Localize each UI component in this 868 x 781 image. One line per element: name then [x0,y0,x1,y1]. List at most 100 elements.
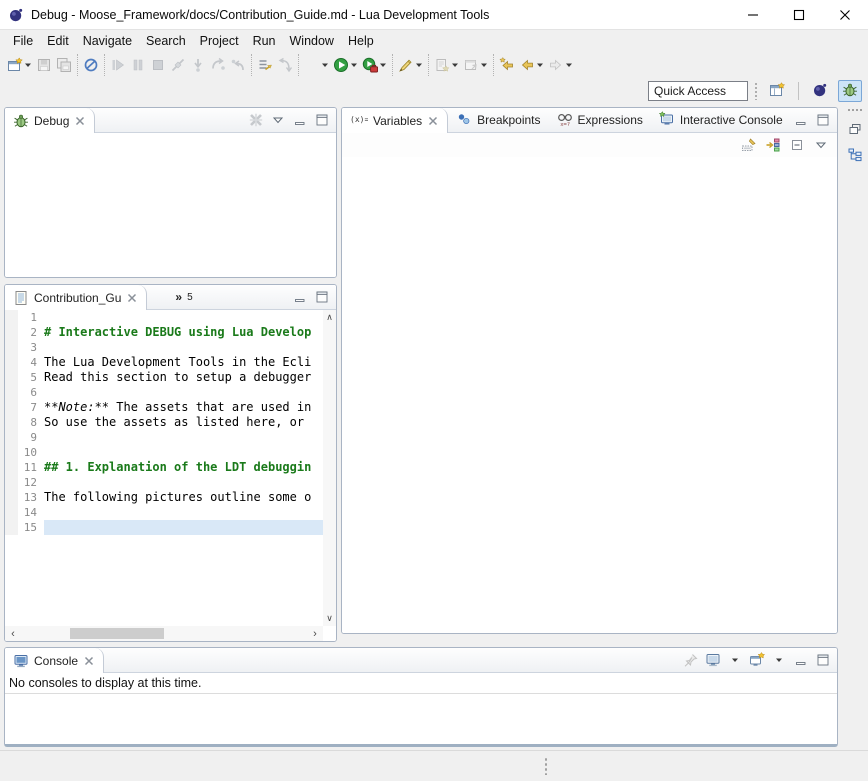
code-line-15[interactable]: 15 [5,520,323,535]
annotation-ruler[interactable] [5,445,18,460]
tab-expressions[interactable]: x=?Expressions [549,108,651,132]
code-line-13[interactable]: 13The following pictures outline some o [5,490,323,505]
close-icon[interactable] [74,115,86,127]
collapse-all-icon[interactable] [789,137,805,153]
display-selected-console-icon[interactable] [705,652,721,668]
close-icon[interactable] [427,115,439,127]
skip-all-breakpoints-button[interactable] [81,54,101,76]
run-button[interactable] [331,54,360,76]
scroll-track[interactable] [21,628,307,639]
quick-access-input[interactable] [648,81,748,101]
new-button[interactable] [5,54,34,76]
close-icon[interactable] [126,292,138,304]
maximize-window-button[interactable] [776,0,822,29]
code-line-3[interactable]: 3 [5,340,323,355]
menu-search[interactable]: Search [139,32,193,50]
external-tools-button[interactable] [360,54,389,76]
code-line-10[interactable]: 10 [5,445,323,460]
menu-edit[interactable]: Edit [40,32,76,50]
statusbar-drag-handle[interactable] [544,757,548,775]
annotation-ruler[interactable] [5,475,18,490]
dropdown-icon[interactable] [564,57,573,73]
annotation-ruler[interactable] [5,310,18,325]
code-line-2[interactable]: 2# Interactive DEBUG using Lua Develop [5,325,323,340]
view-menu-icon[interactable] [270,112,286,128]
code-line-8[interactable]: 8So use the assets as listed here, or [5,415,323,430]
maximize-view-icon[interactable] [815,112,831,128]
dropdown-icon[interactable] [414,57,423,73]
code-line-9[interactable]: 9 [5,430,323,445]
open-perspective-button[interactable] [765,80,789,102]
tab-console[interactable]: Console [5,648,104,673]
dropdown-icon[interactable] [450,57,459,73]
annotation-ruler[interactable] [5,355,18,370]
code-line-6[interactable]: 6 [5,385,323,400]
code-line-5[interactable]: 5Read this section to setup a debugger [5,370,323,385]
tab-interactive-console[interactable]: Interactive Console [651,108,791,132]
menu-window[interactable]: Window [283,32,341,50]
annotation-ruler[interactable] [5,460,18,475]
editor-vertical-scrollbar[interactable]: ∧ ∨ [323,310,336,626]
annotation-ruler[interactable] [5,385,18,400]
dropdown-icon[interactable] [23,57,32,73]
open-console-icon[interactable] [749,652,765,668]
code-line-14[interactable]: 14 [5,505,323,520]
code-line-4[interactable]: 4The Lua Development Tools in the Ecli [5,355,323,370]
scroll-right-icon[interactable]: › [307,628,323,640]
annotation-ruler[interactable] [5,520,18,535]
menu-help[interactable]: Help [341,32,381,50]
dropdown-icon[interactable] [771,652,787,668]
use-step-filters-button[interactable] [255,54,275,76]
tab-variables[interactable]: (x)=Variables [342,108,448,133]
minimize-view-icon[interactable] [793,112,809,128]
outline-view-icon[interactable] [846,146,864,164]
code-line-12[interactable]: 12 [5,475,323,490]
show-type-names-icon[interactable] [741,137,757,153]
minimize-view-icon[interactable] [292,289,308,305]
restore-view-icon[interactable] [846,120,864,138]
editor-tab-overflow[interactable]: »5 [147,285,200,309]
maximize-view-icon[interactable] [314,112,330,128]
tab-breakpoints[interactable]: Breakpoints [448,108,548,132]
dropdown-icon[interactable] [378,57,387,73]
annotation-ruler[interactable] [5,400,18,415]
menu-run[interactable]: Run [246,32,283,50]
menu-file[interactable]: File [6,32,40,50]
annotation-ruler[interactable] [5,490,18,505]
minimize-view-icon[interactable] [292,112,308,128]
highlighter-button[interactable] [396,54,425,76]
debug-button[interactable] [302,54,331,76]
editor-horizontal-scrollbar[interactable]: ‹ › [5,626,323,641]
ldt-perspective-button[interactable] [808,80,832,102]
view-menu-icon[interactable] [813,137,829,153]
scroll-down-icon[interactable]: ∨ [322,613,338,624]
dropdown-icon[interactable] [535,57,544,73]
maximize-view-icon[interactable] [815,652,831,668]
menu-navigate[interactable]: Navigate [76,32,139,50]
last-edit-location-button[interactable] [497,54,517,76]
dropdown-icon[interactable] [479,57,488,73]
annotation-ruler[interactable] [5,415,18,430]
scroll-left-icon[interactable]: ‹ [5,628,21,640]
annotation-ruler[interactable] [5,325,18,340]
show-logical-structure-icon[interactable] [765,137,781,153]
debug-perspective-button[interactable] [838,80,862,102]
code-line-7[interactable]: 7**Note:** The assets that are used in [5,400,323,415]
dropdown-icon[interactable] [349,57,358,73]
minimize-view-icon[interactable] [793,652,809,668]
annotation-ruler[interactable] [5,505,18,520]
menu-project[interactable]: Project [193,32,246,50]
minimize-window-button[interactable] [730,0,776,29]
dropdown-icon[interactable] [320,57,329,73]
code-editor[interactable]: 1 2# Interactive DEBUG using Lua Develop… [5,310,323,626]
close-window-button[interactable] [822,0,868,29]
tab-contribution-guide[interactable]: Contribution_Gu [5,285,147,310]
annotation-ruler[interactable] [5,340,18,355]
maximize-view-icon[interactable] [314,289,330,305]
close-icon[interactable] [83,655,95,667]
annotation-ruler[interactable] [5,370,18,385]
strip-drag-handle[interactable] [847,108,863,112]
scroll-up-icon[interactable]: ∧ [322,312,338,323]
code-line-1[interactable]: 1 [5,310,323,325]
dropdown-icon[interactable] [727,652,743,668]
